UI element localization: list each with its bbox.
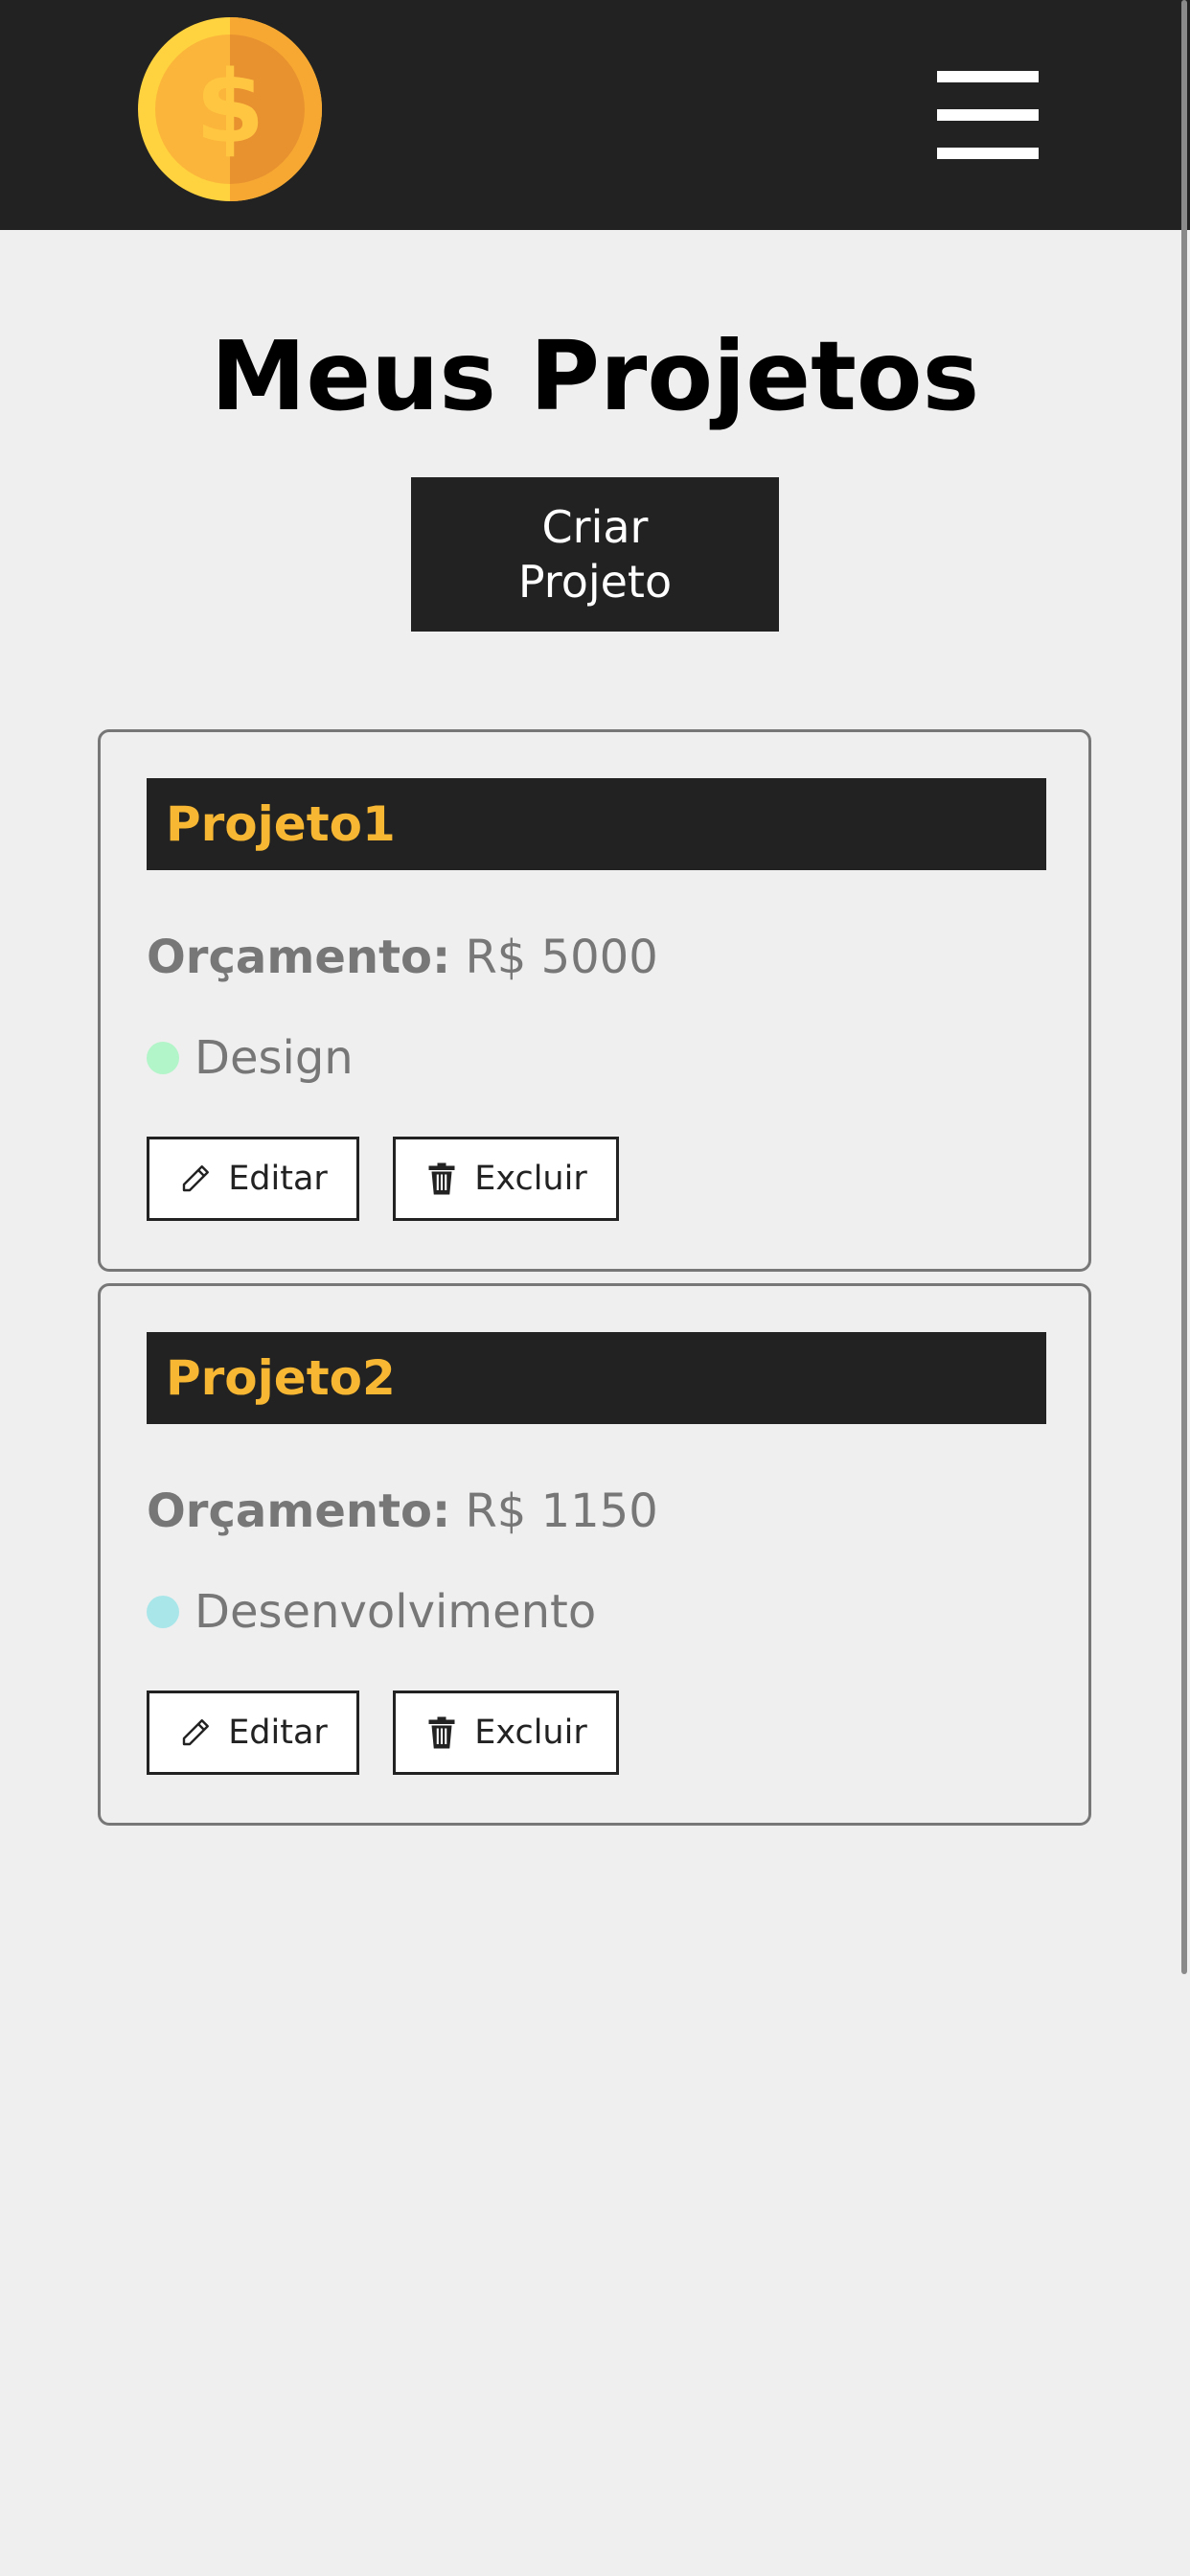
project-budget: Orçamento: R$ 5000: [147, 929, 658, 986]
delete-button[interactable]: Excluir: [393, 1690, 619, 1775]
scrollbar[interactable]: [1177, 0, 1190, 2576]
navbar: $: [0, 0, 1190, 230]
project-card-header: Projeto1: [147, 778, 1046, 870]
category-label: Design: [195, 1031, 354, 1085]
pencil-icon: [178, 1162, 213, 1196]
pencil-icon: [178, 1715, 213, 1750]
category-dot-icon: [147, 1042, 179, 1074]
project-category: Design: [147, 1029, 354, 1087]
budget-label: Orçamento:: [147, 931, 451, 984]
trash-icon: [424, 1715, 459, 1750]
delete-button-label: Excluir: [474, 1714, 587, 1752]
category-dot-icon: [147, 1596, 179, 1628]
dollar-coin-icon[interactable]: $: [138, 17, 322, 201]
project-budget: Orçamento: R$ 1150: [147, 1483, 658, 1540]
category-label: Desenvolvimento: [195, 1585, 597, 1639]
edit-button[interactable]: Editar: [147, 1137, 359, 1221]
delete-button-label: Excluir: [474, 1160, 587, 1198]
edit-button-label: Editar: [228, 1714, 328, 1752]
budget-label: Orçamento:: [147, 1484, 451, 1538]
delete-button[interactable]: Excluir: [393, 1137, 619, 1221]
scrollbar-thumb[interactable]: [1181, 0, 1187, 1974]
create-project-button[interactable]: Criar Projeto: [411, 477, 779, 632]
project-name: Projeto1: [166, 796, 396, 852]
project-name: Projeto2: [166, 1350, 396, 1406]
edit-button[interactable]: Editar: [147, 1690, 359, 1775]
page-title: Meus Projetos: [210, 320, 980, 432]
edit-button-label: Editar: [228, 1160, 328, 1198]
budget-value: R$ 5000: [465, 931, 658, 984]
project-card: Projeto1 Orçamento: R$ 5000 Design Edita…: [98, 729, 1091, 1272]
project-card: Projeto2 Orçamento: R$ 1150 Desenvolvime…: [98, 1283, 1091, 1826]
hamburger-menu-icon[interactable]: [937, 71, 1039, 159]
svg-text:$: $: [195, 49, 264, 166]
project-category: Desenvolvimento: [147, 1583, 596, 1641]
trash-icon: [424, 1162, 459, 1196]
budget-value: R$ 1150: [465, 1484, 658, 1538]
project-card-header: Projeto2: [147, 1332, 1046, 1424]
